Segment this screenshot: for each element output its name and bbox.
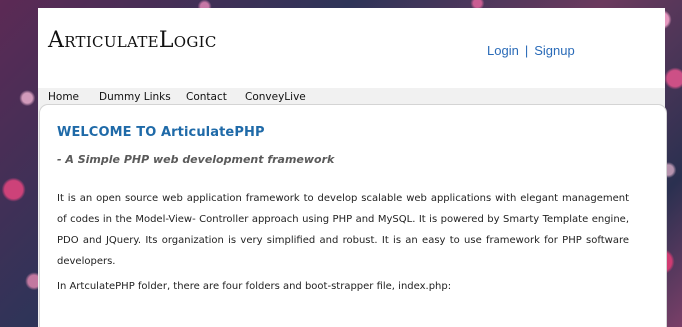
signup-link[interactable]: Signup [534, 43, 574, 58]
intro-paragraph: It is an open source web application fra… [57, 193, 629, 267]
page-tagline: - A Simple PHP web development framework [57, 153, 335, 166]
nav-item-dummy-links[interactable]: Dummy Links [99, 91, 171, 103]
page-title: WELCOME TO ArticulatePHP [57, 125, 265, 140]
nav-item-conveylive[interactable]: ConveyLive [245, 91, 306, 103]
main-content: WELCOME TO ArticulatePHP - A Simple PHP … [39, 104, 667, 327]
site-header: ArticulateLogic Login | Signup [38, 8, 665, 88]
nav-item-contact[interactable]: Contact [186, 91, 227, 103]
nav-item-home[interactable]: Home [48, 91, 79, 103]
login-link[interactable]: Login [487, 43, 519, 58]
folder-paragraph: In ArtculatePHP folder, there are four f… [57, 281, 452, 292]
site-frame: ArticulateLogic Login | Signup Home Dummy … [38, 8, 667, 327]
site-logo[interactable]: ArticulateLogic [48, 30, 217, 52]
auth-links: Login | Signup [487, 43, 575, 58]
auth-separator: | [524, 43, 529, 58]
